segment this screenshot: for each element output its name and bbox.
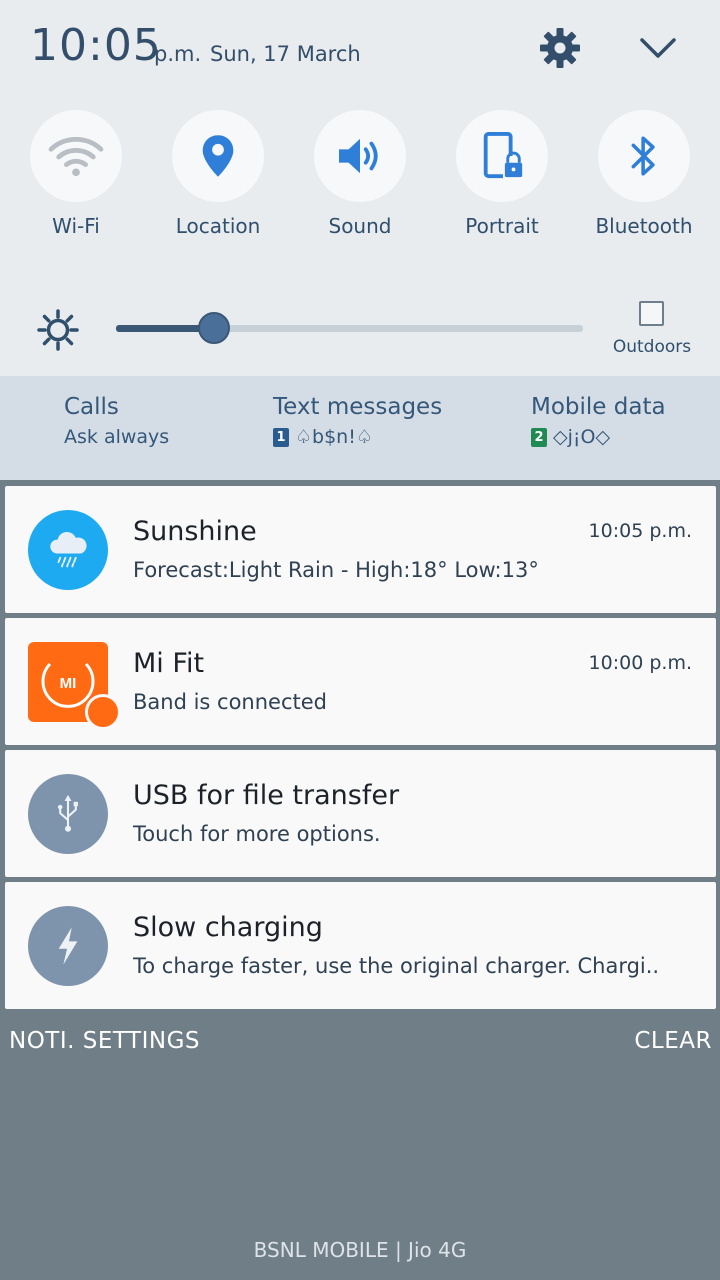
toggle-portrait[interactable]: Portrait xyxy=(437,110,567,250)
sim1-badge-icon: 1 xyxy=(273,427,289,447)
notification-title: Sunshine xyxy=(133,516,257,547)
toggle-label: Wi-Fi xyxy=(52,214,100,238)
sim-data-title: Mobile data xyxy=(531,394,666,420)
brightness-slider-thumb[interactable] xyxy=(198,312,231,344)
outdoors-checkbox[interactable] xyxy=(639,301,664,326)
sim-calls-value: Ask always xyxy=(64,426,170,448)
quick-panel: 10:05 p.m. Sun, 17 March Wi-Fi Location … xyxy=(0,0,720,376)
sim-data-value-row: 2 ◇j¡O◇ xyxy=(531,426,666,448)
location-icon xyxy=(172,110,264,202)
sim-text-title: Text messages xyxy=(273,394,443,420)
outdoors-label[interactable]: Outdoors xyxy=(604,337,700,357)
toggle-sound[interactable]: Sound xyxy=(295,110,425,250)
sim2-badge-icon: 2 xyxy=(531,427,547,447)
lightning-icon xyxy=(28,906,108,986)
toggle-label: Portrait xyxy=(465,214,539,238)
brightness-sun-icon xyxy=(36,308,80,352)
mi-fit-badge-icon xyxy=(85,694,121,730)
notification-mi-fit[interactable]: MI Mi Fit Band is connected 10:00 p.m. xyxy=(5,618,716,745)
sim-data-value: ◇j¡O◇ xyxy=(553,426,611,448)
sim-mobile-data[interactable]: Mobile data 2 ◇j¡O◇ xyxy=(531,394,666,448)
clock-ampm: p.m. xyxy=(154,42,202,66)
toggle-label: Bluetooth xyxy=(595,214,693,238)
clock-time: 10:05 xyxy=(30,20,162,71)
notification-slow-charging[interactable]: Slow charging To charge faster, use the … xyxy=(5,882,716,1009)
toggle-wifi[interactable]: Wi-Fi xyxy=(11,110,141,250)
notification-body: Touch for more options. xyxy=(133,822,381,846)
carrier-label: BSNL MOBILE | Jio 4G xyxy=(253,1238,467,1262)
portrait-lock-icon xyxy=(456,110,548,202)
sim-settings-bar: Calls Ask always Text messages 1 ♤b$n!♤ … xyxy=(0,376,720,480)
notification-body: To charge faster, use the original charg… xyxy=(133,954,660,978)
sim-calls-value-row: Ask always xyxy=(64,426,169,448)
notification-title: Mi Fit xyxy=(133,648,205,679)
toggle-location[interactable]: Location xyxy=(153,110,283,250)
toggle-label: Location xyxy=(175,214,261,238)
notification-usb[interactable]: USB for file transfer Touch for more opt… xyxy=(5,750,716,877)
notification-body: Forecast:Light Rain - High:18° Low:13° xyxy=(133,558,539,582)
notification-body: Band is connected xyxy=(133,690,328,714)
notification-title: USB for file transfer xyxy=(133,780,400,811)
toggle-label: Sound xyxy=(328,214,392,238)
wifi-icon xyxy=(30,110,122,202)
settings-gear-icon[interactable] xyxy=(538,26,582,70)
bluetooth-icon xyxy=(598,110,690,202)
sim-calls-title: Calls xyxy=(64,394,119,420)
sound-icon xyxy=(314,110,406,202)
date-label[interactable]: Sun, 17 March xyxy=(210,42,361,66)
sim-text-messages[interactable]: Text messages 1 ♤b$n!♤ xyxy=(273,394,442,448)
sim-text-value-row: 1 ♤b$n!♤ xyxy=(273,426,442,448)
svg-text:MI: MI xyxy=(60,675,77,692)
toggle-bluetooth[interactable]: Bluetooth xyxy=(579,110,709,250)
clear-button[interactable]: CLEAR xyxy=(634,1028,712,1054)
sim-text-value: ♤b$n!♤ xyxy=(295,426,373,448)
collapse-chevron-down-icon[interactable] xyxy=(636,30,680,68)
notification-settings-button[interactable]: NOTI. SETTINGS xyxy=(9,1028,200,1054)
notification-sunshine[interactable]: Sunshine Forecast:Light Rain - High:18° … xyxy=(5,486,716,613)
cloud-rain-icon xyxy=(28,510,108,590)
notification-title: Slow charging xyxy=(133,912,323,943)
sim-calls[interactable]: Calls Ask always xyxy=(64,394,169,448)
brightness-slider[interactable] xyxy=(116,312,583,344)
usb-icon xyxy=(28,774,108,854)
notification-time: 10:00 p.m. xyxy=(588,652,692,674)
notification-time: 10:05 p.m. xyxy=(588,520,692,542)
